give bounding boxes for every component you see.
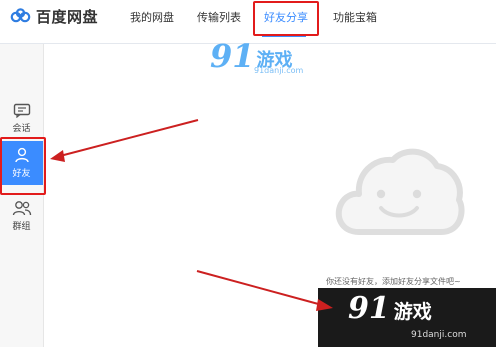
arrow-to-empty-text bbox=[196, 270, 323, 306]
annotation-arrows bbox=[50, 119, 333, 311]
arrow-to-empty-text-head bbox=[316, 299, 333, 311]
arrow-to-friends-head bbox=[50, 150, 65, 162]
arrow-to-friends bbox=[59, 119, 199, 157]
